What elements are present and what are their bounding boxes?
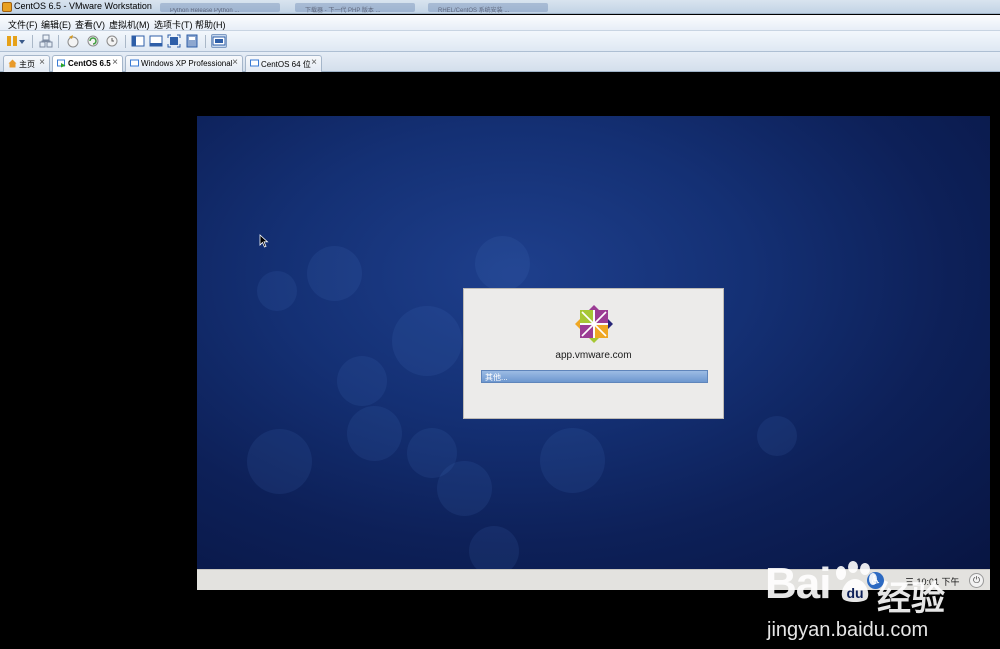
toolbar-separator [58, 35, 59, 48]
dropdown-icon[interactable] [17, 34, 27, 48]
menu-tabs[interactable]: 选项卡(T) [154, 18, 193, 31]
watermark-suffix: 经验 [877, 580, 945, 618]
background-bubble [307, 246, 362, 301]
toolbar-separator [205, 35, 206, 48]
watermark-logo: Bai [765, 559, 831, 608]
svg-text:du: du [846, 585, 863, 601]
window-title: CentOS 6.5 - VMware Workstation [14, 1, 152, 11]
background-bubble [392, 306, 462, 376]
toolbar [0, 31, 1000, 52]
close-icon[interactable]: × [112, 57, 118, 68]
power-icon[interactable]: ⏻ [969, 573, 984, 588]
console-icon[interactable] [149, 34, 163, 48]
tab-home[interactable]: 主页 × [3, 55, 50, 72]
background-window-title-1: Python Release Python ... [160, 3, 280, 14]
background-bubble [247, 429, 312, 494]
background-bubble [257, 271, 297, 311]
tab-bar: 主页 × CentOS 6.5 × Windows XP Professiona… [0, 52, 1000, 72]
mouse-cursor-icon [259, 234, 269, 248]
view-icon[interactable] [211, 34, 227, 48]
vm-icon [250, 59, 259, 67]
menu-help[interactable]: 帮助(H) [195, 18, 226, 31]
user-list-item-other[interactable]: 其他... [481, 370, 708, 383]
baidu-paw-icon: du [836, 561, 877, 602]
close-icon[interactable]: × [232, 57, 238, 68]
revert-snapshot-icon[interactable] [86, 34, 100, 48]
background-bubble [469, 526, 519, 569]
tab-centos-64[interactable]: CentOS 64 位 × [245, 55, 322, 72]
sidebar-icon[interactable] [131, 34, 145, 48]
toolbar-separator [125, 35, 126, 48]
vm-running-icon [57, 59, 66, 68]
menu-edit[interactable]: 编辑(E) [41, 18, 71, 31]
vm-console[interactable]: app.vmware.com 其他... ♿ 三 10:01 下午 ⏻ Bai … [0, 72, 1000, 641]
guest-desktop[interactable]: app.vmware.com 其他... [197, 116, 990, 569]
vmware-window: CentOS 6.5 - VMware Workstation Python R… [0, 0, 1000, 641]
background-bubble [475, 236, 530, 291]
tab-windows-xp[interactable]: Windows XP Professional × [125, 55, 243, 72]
background-bubble [337, 356, 387, 406]
toolbar-separator [32, 35, 33, 48]
background-window-title-3: RHEL/CentOS 系统安装 ... [428, 3, 548, 14]
user-entry-label: 其他... [485, 373, 508, 382]
login-dialog: app.vmware.com 其他... [463, 288, 724, 419]
home-icon [8, 59, 17, 68]
vm-icon [130, 59, 139, 67]
background-window-title-2: 下载器 - 下一代 PHP 版本 ... [295, 3, 415, 14]
fullscreen-icon[interactable] [167, 34, 181, 48]
snapshot-icon[interactable] [66, 34, 80, 48]
background-bubble [437, 461, 492, 516]
network-icon[interactable] [39, 34, 53, 48]
background-bubble [540, 428, 605, 493]
tab-label: CentOS 64 位 [261, 60, 311, 69]
centos-logo-icon [575, 305, 613, 343]
background-bubble [347, 406, 402, 461]
tab-label: 主页 [19, 60, 35, 69]
title-bar: CentOS 6.5 - VMware Workstation Python R… [0, 0, 1000, 14]
tab-label: CentOS 6.5 [68, 59, 111, 68]
vmware-app-icon [2, 2, 12, 12]
baidu-jingyan-watermark: Bai du 经验 jingyan.baidu.com [765, 559, 965, 649]
menu-vm[interactable]: 虚拟机(M) [109, 18, 150, 31]
close-icon[interactable]: × [39, 57, 45, 68]
close-icon[interactable]: × [311, 57, 317, 68]
menu-file[interactable]: 文件(F) [8, 18, 38, 31]
tab-label: Windows XP Professional [141, 59, 233, 68]
hostname-label: app.vmware.com [555, 350, 632, 361]
watermark-url: jingyan.baidu.com [767, 619, 929, 641]
snapshot-manager-icon[interactable] [105, 34, 119, 48]
background-bubble [757, 416, 797, 456]
menu-view[interactable]: 查看(V) [75, 18, 105, 31]
menu-bar: 文件(F) 编辑(E) 查看(V) 虚拟机(M) 选项卡(T) 帮助(H) [0, 15, 1000, 31]
tab-centos-6-5[interactable]: CentOS 6.5 × [52, 55, 123, 72]
unity-icon[interactable] [185, 34, 199, 48]
